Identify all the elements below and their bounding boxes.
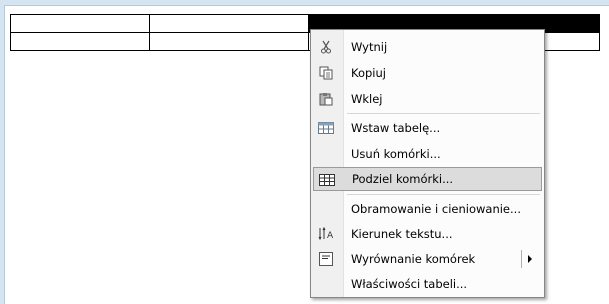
menu-item-label: Wstaw tabelę... bbox=[351, 121, 441, 135]
svg-text:A: A bbox=[327, 231, 334, 241]
cell-alignment-icon bbox=[318, 251, 334, 267]
scissors-icon bbox=[318, 39, 334, 55]
text-direction-icon: A bbox=[318, 226, 334, 242]
menu-item-text-direction[interactable]: A Kierunek tekstu... bbox=[313, 222, 542, 246]
paste-icon bbox=[318, 91, 334, 107]
menu-item-paste[interactable]: Wklej bbox=[313, 87, 542, 111]
submenu-divider bbox=[521, 250, 522, 268]
context-menu: Wytnij Kopiuj Wklej Wstaw tabelę... Usuń… bbox=[310, 29, 545, 298]
copy-icon bbox=[318, 65, 334, 81]
menu-item-label: Obramowanie i cieniowanie... bbox=[351, 202, 521, 216]
submenu-arrow-icon bbox=[528, 255, 532, 263]
menu-item-delete-cells[interactable]: Usuń komórki... bbox=[313, 142, 542, 166]
table-cell[interactable] bbox=[149, 32, 309, 51]
menu-item-label: Wklej bbox=[351, 92, 383, 106]
menu-item-insert-table[interactable]: Wstaw tabelę... bbox=[313, 116, 542, 140]
menu-item-split-cells[interactable]: Podziel komórki... bbox=[313, 167, 542, 191]
menu-item-label: Kopiuj bbox=[351, 66, 386, 80]
menu-item-label: Kierunek tekstu... bbox=[351, 227, 453, 241]
menu-item-borders-shading[interactable]: Obramowanie i cieniowanie... bbox=[313, 197, 542, 221]
insert-table-icon bbox=[318, 120, 334, 136]
menu-separator bbox=[347, 113, 540, 114]
menu-item-cell-alignment[interactable]: Wyrównanie komórek bbox=[313, 247, 542, 271]
menu-item-label: Wyrównanie komórek bbox=[351, 252, 476, 266]
menu-item-copy[interactable]: Kopiuj bbox=[313, 61, 542, 85]
menu-item-label: Wytnij bbox=[351, 40, 388, 54]
table-cell[interactable] bbox=[10, 14, 150, 33]
split-cells-icon bbox=[319, 172, 335, 188]
menu-item-label: Usuń komórki... bbox=[351, 147, 441, 161]
table-cell[interactable] bbox=[149, 14, 309, 33]
menu-item-label: Podziel komórki... bbox=[352, 172, 454, 186]
menu-item-label: Właściwości tabeli... bbox=[351, 277, 468, 291]
menu-item-table-properties[interactable]: Właściwości tabeli... bbox=[313, 272, 542, 296]
table-cell[interactable] bbox=[10, 32, 150, 51]
menu-separator bbox=[347, 194, 540, 195]
menu-item-cut[interactable]: Wytnij bbox=[313, 35, 542, 59]
